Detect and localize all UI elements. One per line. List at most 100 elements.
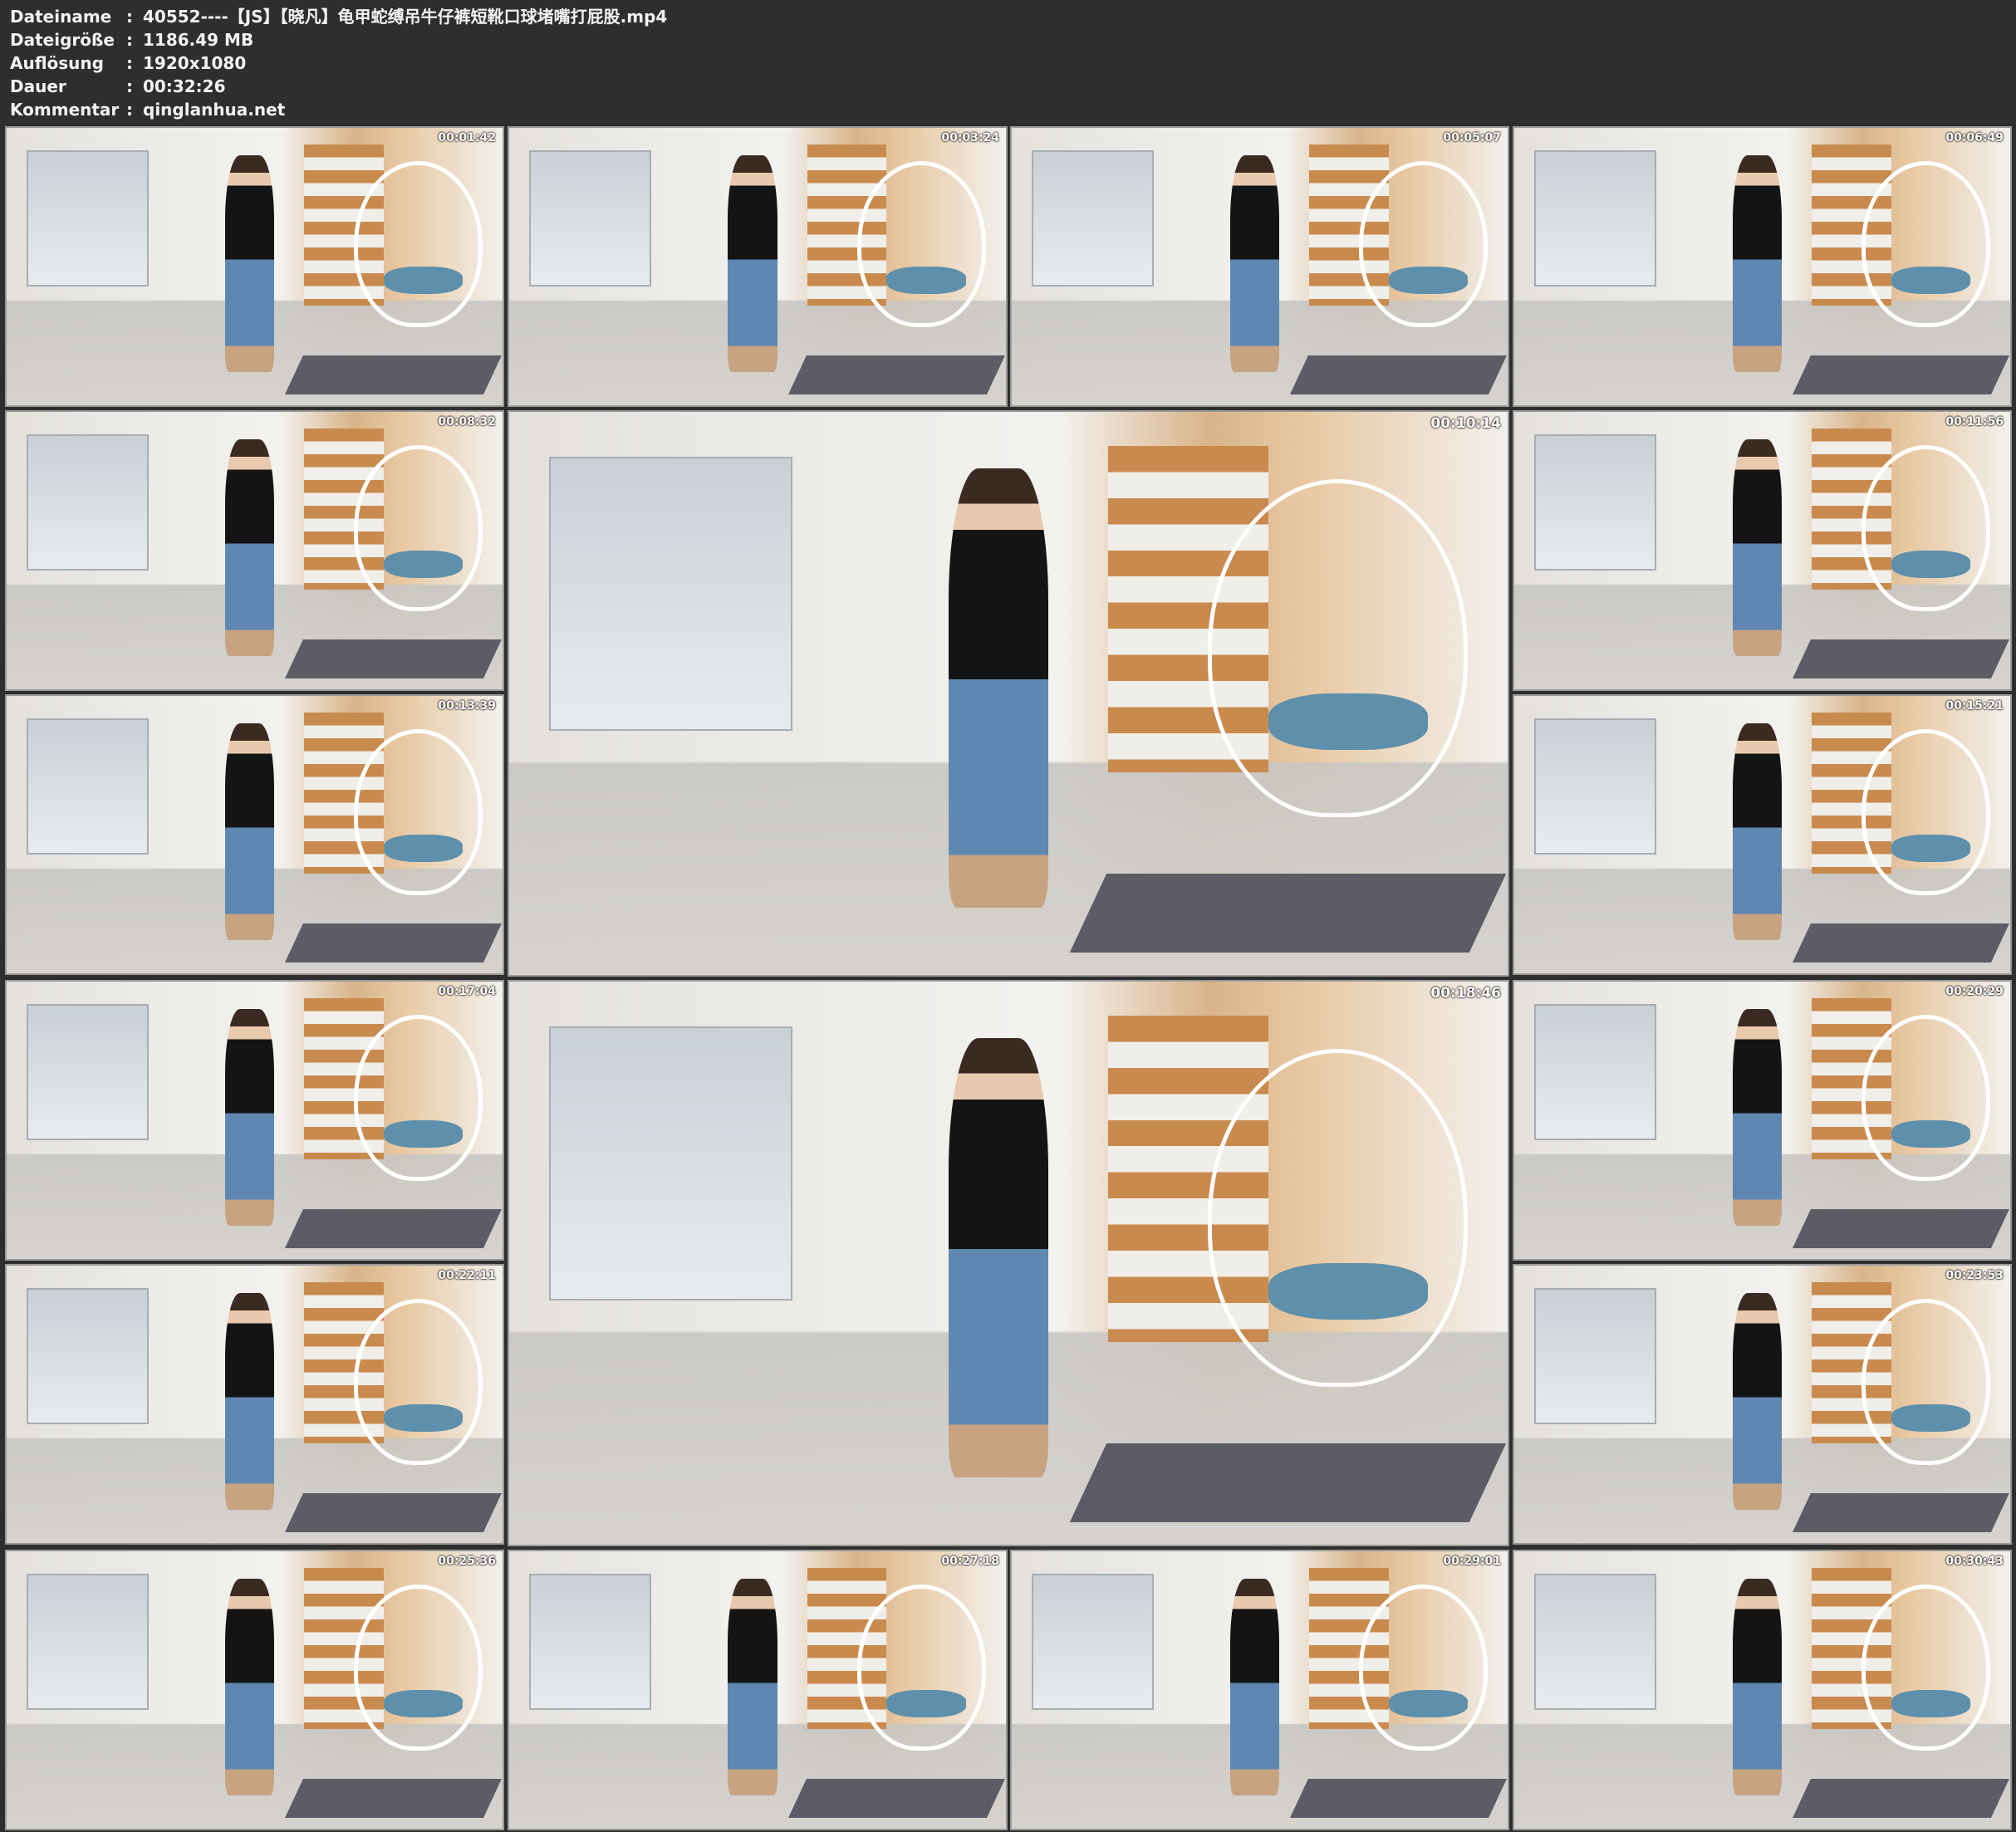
- floor-rug: [1793, 1492, 2009, 1532]
- person-figure: [1732, 1009, 1783, 1226]
- room-window: [528, 149, 652, 287]
- hanging-chair: [353, 1585, 483, 1751]
- chair-cushion: [383, 1690, 464, 1718]
- chair-cushion: [1891, 551, 1971, 579]
- person-figure: [224, 1579, 275, 1795]
- thumbnail-grid: 00:01:42 00:03:24 00:05:07 00:06:49 00:08:32…: [0, 0, 2016, 1832]
- person-figure: [224, 439, 275, 656]
- floor-rug: [285, 355, 502, 394]
- chair-cushion: [1388, 267, 1469, 295]
- room-window: [1031, 1573, 1155, 1711]
- video-thumbnail: 00:03:24: [508, 126, 1008, 407]
- video-thumbnail: 00:27:18: [508, 1550, 1008, 1830]
- hanging-chair: [1861, 161, 1991, 328]
- chair-cushion: [1388, 1690, 1469, 1718]
- room-window: [1533, 434, 1657, 571]
- hanging-chair: [353, 1015, 483, 1182]
- video-thumbnail: 00:05:07: [1010, 126, 1509, 407]
- person-figure: [224, 1293, 275, 1510]
- hanging-chair: [1358, 1585, 1489, 1751]
- floor-rug: [787, 1778, 1005, 1818]
- person-figure: [224, 1009, 275, 1226]
- thumbnail-timestamp: 00:03:24: [941, 131, 999, 145]
- thumbnail-timestamp: 00:17:04: [438, 985, 496, 998]
- room-window: [549, 1026, 792, 1301]
- room-window: [1533, 718, 1657, 855]
- thumbnail-timestamp: 00:20:29: [1945, 985, 2004, 998]
- video-thumbnail: 00:25:36: [5, 1550, 504, 1830]
- person-figure: [1229, 155, 1280, 372]
- hanging-chair: [353, 1299, 483, 1466]
- room-window: [26, 718, 150, 855]
- video-thumbnail: 00:23:53: [1513, 1264, 2012, 1545]
- room-window: [26, 1003, 150, 1141]
- floor-rug: [285, 1208, 502, 1248]
- floor-rug: [1070, 873, 1507, 953]
- thumbnail-timestamp: 00:13:39: [438, 699, 496, 713]
- video-thumbnail: 00:20:29: [1513, 980, 2012, 1261]
- hanging-chair: [856, 161, 987, 328]
- thumbnail-timestamp: 00:27:18: [941, 1555, 999, 1568]
- person-figure: [948, 468, 1049, 908]
- video-thumbnail: 00:11:56: [1513, 410, 2012, 691]
- chair-cushion: [1891, 835, 1971, 863]
- chair-cushion: [1891, 1690, 1971, 1718]
- floor-rug: [1793, 355, 2009, 394]
- video-thumbnail: 00:13:39: [5, 694, 504, 975]
- room-window: [1533, 149, 1657, 287]
- video-thumbnail: 00:18:46: [508, 980, 1509, 1546]
- thumbnail-timestamp: 00:06:49: [1945, 131, 2004, 145]
- room-window: [26, 434, 150, 571]
- floor-rug: [285, 1778, 502, 1818]
- chair-cushion: [1268, 1263, 1428, 1320]
- person-figure: [1229, 1579, 1280, 1795]
- video-thumbnail: 00:01:42: [5, 126, 504, 407]
- room-window: [26, 149, 150, 287]
- floor-rug: [285, 923, 502, 963]
- video-thumbnail: 00:06:49: [1513, 126, 2012, 407]
- floor-rug: [787, 355, 1005, 394]
- thumbnail-timestamp: 00:23:53: [1945, 1269, 2004, 1282]
- chair-cushion: [1891, 1120, 1971, 1149]
- chair-cushion: [1891, 267, 1971, 295]
- chair-cushion: [1268, 693, 1428, 750]
- person-figure: [728, 1579, 777, 1795]
- person-figure: [728, 155, 777, 372]
- thumbnail-timestamp: 00:01:42: [438, 131, 496, 145]
- hanging-chair: [1861, 729, 1991, 896]
- floor-rug: [1070, 1443, 1507, 1522]
- room-window: [1533, 1287, 1657, 1425]
- hanging-chair: [353, 729, 483, 896]
- room-window: [26, 1287, 150, 1425]
- video-thumbnail: 00:15:21: [1513, 694, 2012, 975]
- chair-cushion: [383, 551, 464, 579]
- video-thumbnail: 00:08:32: [5, 410, 504, 691]
- thumbnail-timestamp: 00:10:14: [1430, 415, 1501, 432]
- floor-rug: [1793, 1208, 2009, 1248]
- hanging-chair: [1861, 1299, 1991, 1466]
- chair-cushion: [383, 1404, 464, 1433]
- person-figure: [1732, 155, 1783, 372]
- chair-cushion: [383, 1120, 464, 1149]
- chair-cushion: [886, 267, 967, 295]
- floor-rug: [1793, 639, 2009, 678]
- video-thumbnail: 00:29:01: [1010, 1550, 1509, 1830]
- floor-rug: [285, 639, 502, 678]
- person-figure: [1732, 1579, 1783, 1795]
- chair-cushion: [1891, 1404, 1971, 1433]
- floor-rug: [1290, 355, 1507, 394]
- floor-rug: [1290, 1778, 1507, 1818]
- thumbnail-timestamp: 00:08:32: [438, 415, 496, 429]
- room-window: [1533, 1003, 1657, 1141]
- floor-rug: [1793, 1778, 2009, 1818]
- video-thumbnail: 00:17:04: [5, 980, 504, 1261]
- thumbnail-timestamp: 00:18:46: [1430, 985, 1501, 1002]
- person-figure: [1732, 723, 1783, 940]
- room-window: [549, 457, 792, 731]
- floor-rug: [1793, 923, 2009, 963]
- person-figure: [1732, 1293, 1783, 1510]
- chair-cushion: [383, 835, 464, 863]
- hanging-chair: [1208, 1049, 1468, 1388]
- thumbnail-timestamp: 00:30:43: [1945, 1555, 2004, 1568]
- room-window: [26, 1573, 150, 1711]
